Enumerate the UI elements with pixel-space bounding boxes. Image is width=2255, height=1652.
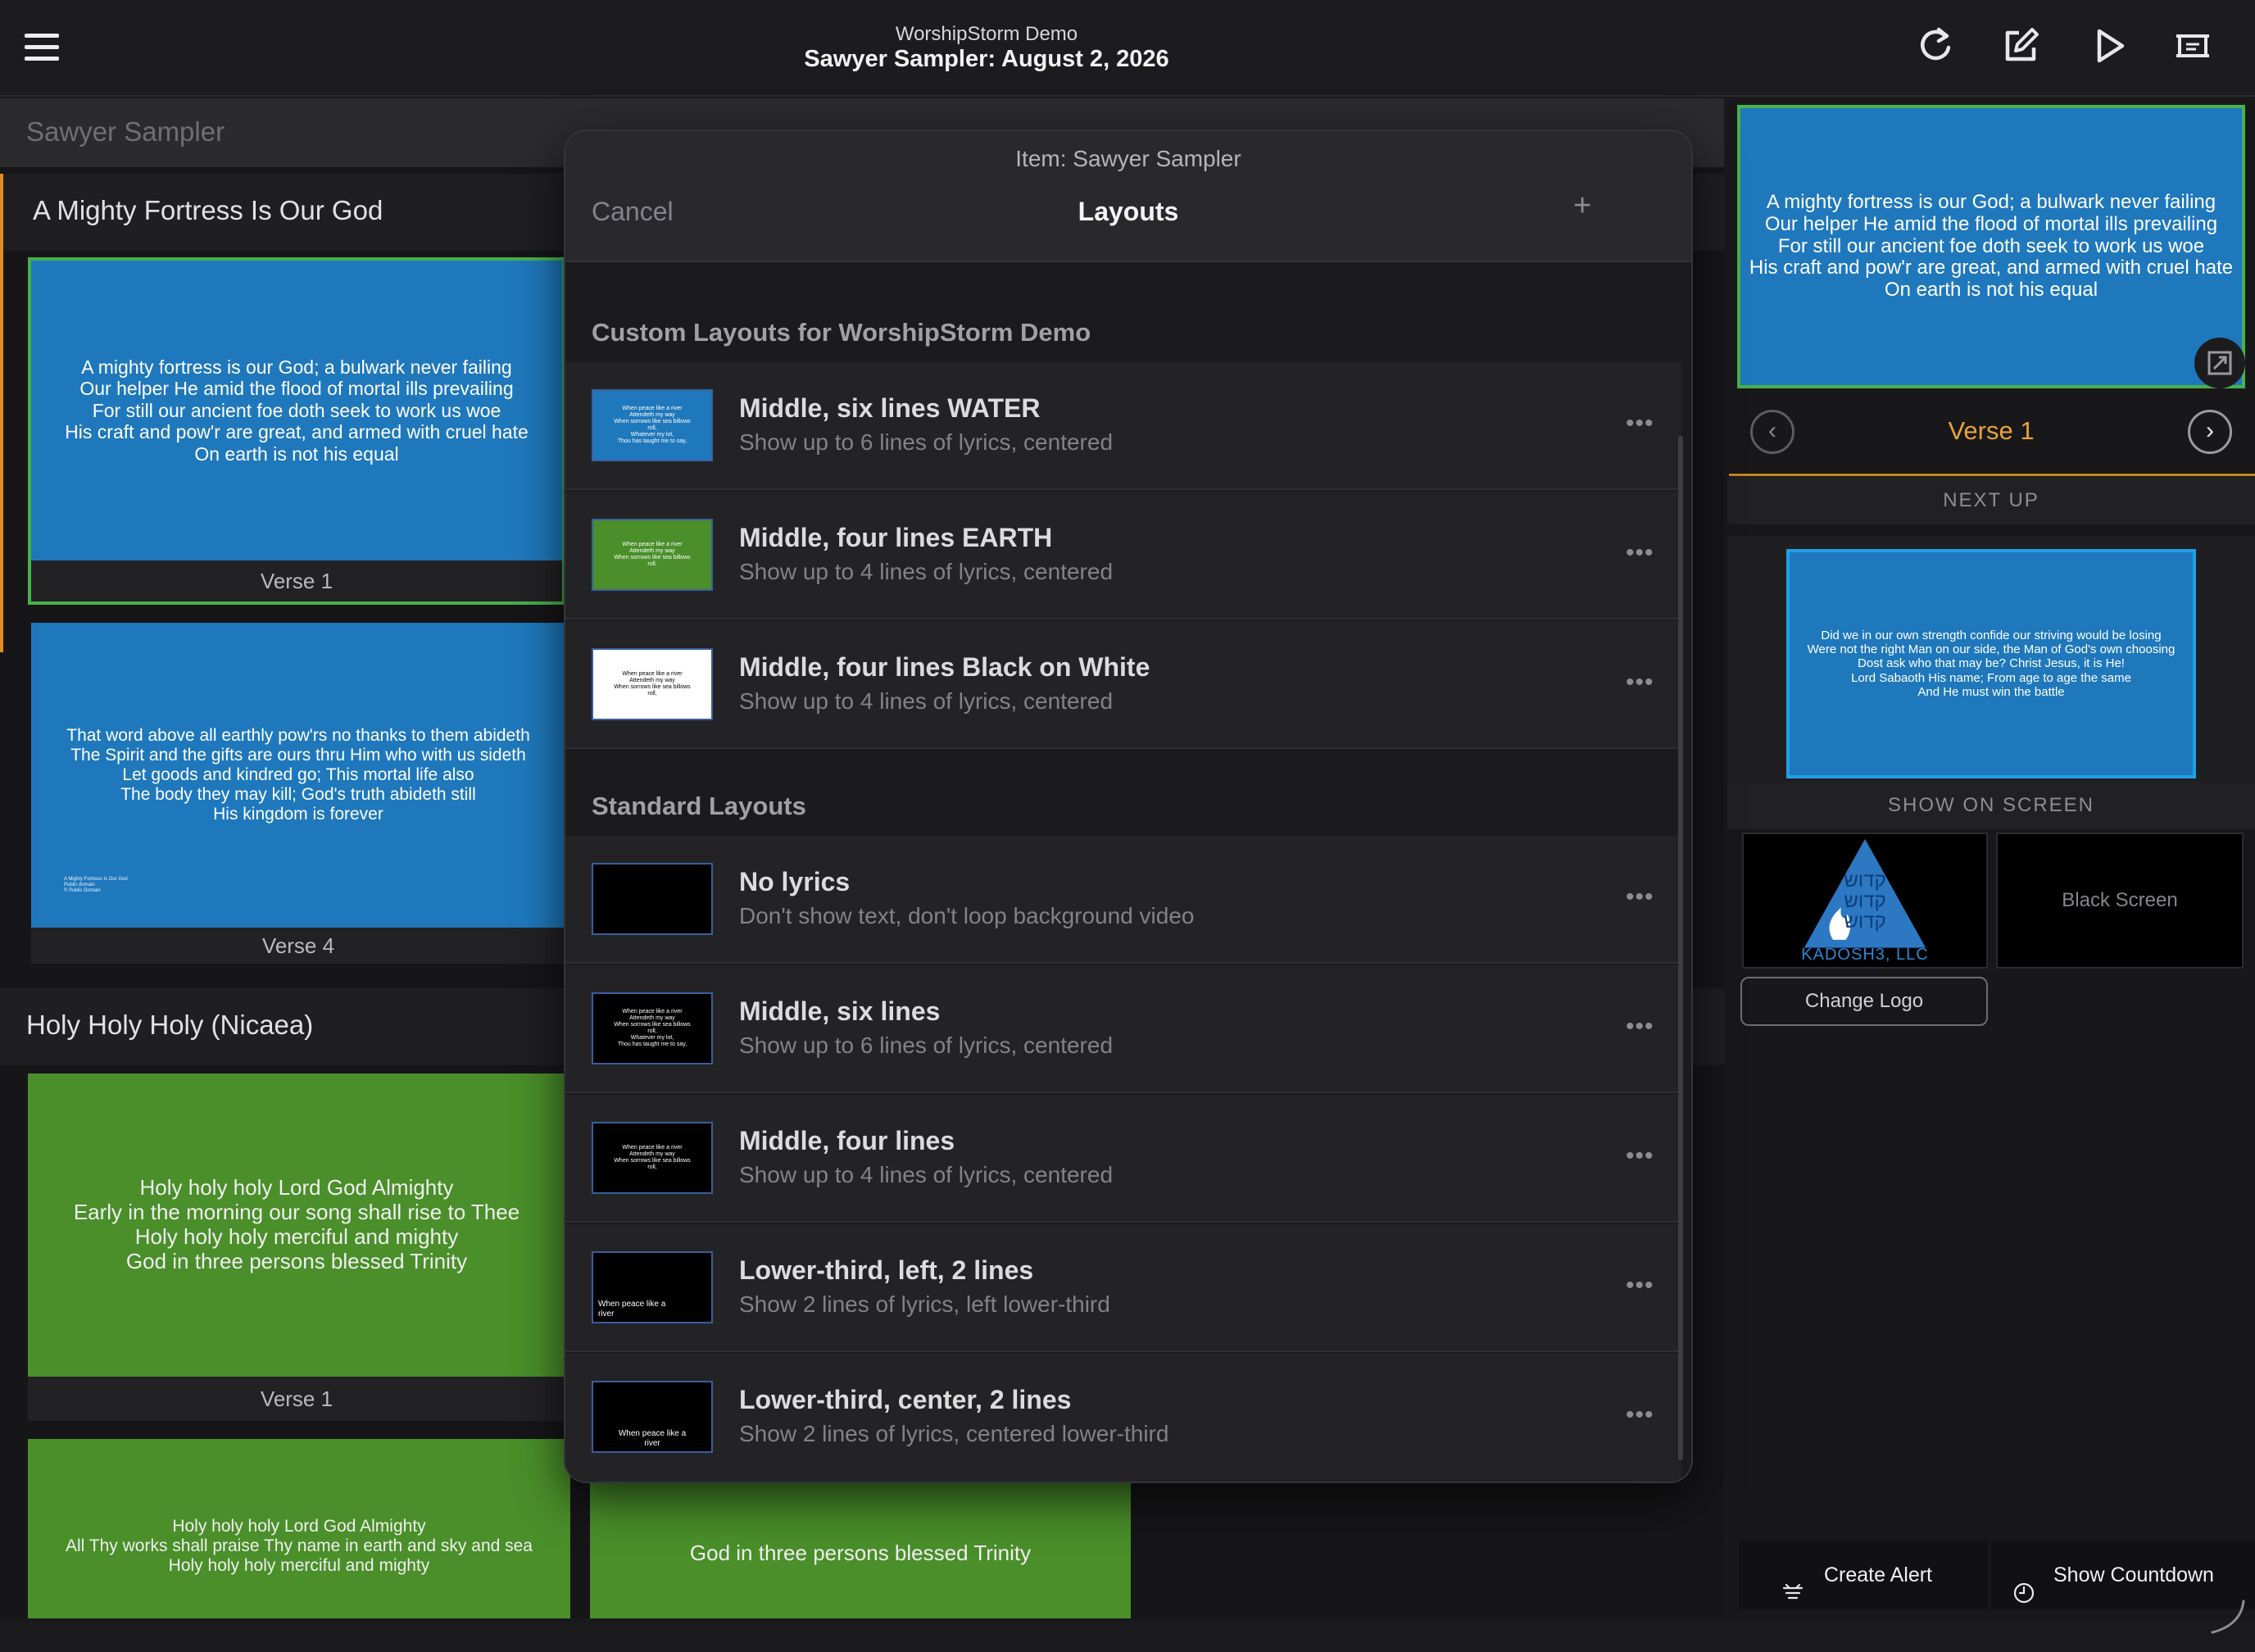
layout-row-middle-six[interactable]: When peace like a river Attendeth my way… — [565, 965, 1681, 1093]
layout-title: Middle, six lines WATER — [739, 393, 1041, 423]
create-alert-label: Create Alert — [1824, 1564, 1933, 1586]
live-slide-preview[interactable]: A mighty fortress is our God; a bulwark … — [1737, 105, 2245, 388]
screen-icon[interactable] — [2170, 23, 2216, 69]
create-alert-button[interactable]: Create Alert — [1739, 1541, 1988, 1609]
dialog-scrollbar[interactable] — [1678, 436, 1683, 1460]
layout-preview: When peace like a river — [592, 1251, 713, 1323]
layout-preview: When peace like a river — [592, 1381, 713, 1453]
layout-description: Show up to 4 lines of lyrics, centered — [739, 1162, 1114, 1187]
breadcrumb-label: Sawyer Sampler — [26, 116, 225, 147]
logo-thumbnail[interactable]: קדוש קדוש קדוש KADOSH3, LLC — [1742, 833, 1988, 969]
show-on-screen-heading: SHOW ON SCREEN — [1727, 782, 2255, 829]
section-title: Custom Layouts for WorshipStorm Demo — [592, 318, 1091, 347]
more-options-icon[interactable]: ••• — [1626, 883, 1654, 911]
more-options-icon[interactable]: ••• — [1626, 1272, 1654, 1300]
layout-row-middle-six-water[interactable]: When peace like a river Attendeth my way… — [565, 362, 1681, 490]
layout-title: No lyrics — [739, 867, 851, 896]
current-slide-label: Verse 1 — [1948, 416, 2035, 445]
layout-preview: When peace like a river Attendeth my way… — [592, 519, 713, 591]
layout-title: Lower-third, center, 2 lines — [739, 1385, 1072, 1414]
next-up-heading: NEXT UP — [1727, 477, 2255, 524]
top-header: WorshipStorm Demo Sawyer Sampler: August… — [0, 0, 2255, 97]
resize-corner-icon — [2211, 1600, 2245, 1634]
slide-thumbnail-verse-4[interactable]: That word above all earthly pow'rs no th… — [31, 623, 565, 964]
slide-label: Verse 1 — [28, 1377, 565, 1421]
next-up-slide[interactable]: Did we in our own strength confide our s… — [1786, 549, 2196, 778]
song-title: Holy Holy Holy (Nicaea) — [26, 1010, 314, 1040]
layout-description: Don't show text, don't loop background v… — [739, 903, 1195, 928]
dialog-subtitle: Item: Sawyer Sampler — [1015, 146, 1241, 171]
alert-icon — [1781, 1564, 1804, 1600]
layout-title: Middle, six lines — [739, 996, 941, 1026]
organization-name: WorshipStorm Demo — [895, 23, 1078, 45]
layout-preview: When peace like a river Attendeth my way… — [592, 389, 713, 461]
app-root: WorshipStorm Demo Sawyer Sampler: August… — [0, 0, 2255, 1652]
logo-company-name: KADOSH3, LLC — [1801, 946, 1929, 964]
layouts-dialog: Item: Sawyer Sampler Layouts Cancel + Cu… — [565, 131, 1691, 1482]
play-icon[interactable] — [2086, 23, 2132, 69]
accent-divider — [1729, 474, 2255, 476]
next-up-area: Did we in our own strength confide our s… — [1727, 536, 2255, 782]
more-options-icon[interactable]: ••• — [1626, 1401, 1654, 1429]
layout-description: Show up to 6 lines of lyrics, centered — [739, 429, 1114, 455]
layout-row-middle-four-earth[interactable]: When peace like a river Attendeth my way… — [565, 492, 1681, 620]
black-screen-button[interactable]: Black Screen — [1996, 833, 2244, 969]
layout-row-middle-four-black-on-white[interactable]: When peace like a river Attendeth my way… — [565, 621, 1681, 749]
refresh-icon[interactable] — [1912, 23, 1958, 69]
next-slide-button[interactable]: › — [2188, 410, 2232, 454]
slide-label: Verse 4 — [31, 928, 565, 964]
standard-layouts-section: Standard Layouts — [565, 751, 1691, 834]
song-title: A Mighty Fortress Is Our God — [33, 195, 383, 225]
slide-lyrics: God in three persons blessed Trinity — [689, 1541, 1032, 1566]
slide-footer: A Mighty Fortress Is Our God Public doma… — [64, 877, 128, 894]
change-logo-button[interactable]: Change Logo — [1740, 977, 1988, 1026]
layout-preview: When peace like a river Attendeth my way… — [592, 992, 713, 1064]
clock-icon — [2012, 1564, 2035, 1604]
layout-row-lower-third-left[interactable]: When peace like a river Lower-third, lef… — [565, 1224, 1681, 1352]
slide-thumbnail[interactable]: Holy holy holy Lord God Almighty All Thy… — [28, 1439, 570, 1618]
more-options-icon[interactable]: ••• — [1626, 669, 1654, 697]
layout-row-middle-four[interactable]: When peace like a river Attendeth my way… — [565, 1095, 1681, 1223]
layout-preview — [592, 863, 713, 935]
bottom-actions: Create Alert Show Countdown — [1739, 1541, 2255, 1609]
slide-thumbnail-verse-1[interactable]: A mighty fortress is our God; a bulwark … — [28, 257, 565, 605]
more-options-icon[interactable]: ••• — [1626, 539, 1654, 567]
slide-lyrics: Holy holy holy Lord God Almighty All Thy… — [65, 1516, 533, 1576]
service-title: Sawyer Sampler: August 2, 2026 — [804, 46, 1169, 72]
live-slide-lyrics: A mighty fortress is our God; a bulwark … — [1749, 190, 2234, 302]
edit-icon[interactable] — [1998, 23, 2044, 69]
live-panel: A mighty fortress is our God; a bulwark … — [1727, 98, 2255, 1634]
more-options-icon[interactable]: ••• — [1626, 1013, 1654, 1041]
layout-title: Middle, four lines EARTH — [739, 523, 1053, 552]
more-options-icon[interactable]: ••• — [1626, 1142, 1654, 1170]
layout-description: Show up to 6 lines of lyrics, centered — [739, 1032, 1114, 1058]
layout-description: Show 2 lines of lyrics, left lower-third — [739, 1291, 1110, 1317]
expand-icon[interactable] — [2194, 338, 2245, 388]
layout-title: Lower-third, left, 2 lines — [739, 1255, 1034, 1285]
layout-title: Middle, four lines — [739, 1126, 955, 1155]
slide-thumbnail-verse-1[interactable]: Holy holy holy Lord God Almighty Early i… — [28, 1073, 565, 1421]
layout-description: Show up to 4 lines of lyrics, centered — [739, 688, 1114, 714]
layout-preview: When peace like a river Attendeth my way… — [592, 1122, 713, 1194]
slide-lyrics: Holy holy holy Lord God Almighty Early i… — [73, 1175, 520, 1273]
layout-description: Show up to 4 lines of lyrics, centered — [739, 559, 1114, 584]
layout-preview: When peace like a river Attendeth my way… — [592, 648, 713, 720]
layout-title: Middle, four lines Black on White — [739, 652, 1150, 682]
add-layout-button[interactable]: + — [1573, 188, 1591, 224]
cancel-button[interactable]: Cancel — [592, 197, 674, 227]
logo-hebrew-text: קדוש קדוש קדוש — [1844, 869, 1886, 933]
slide-label: Verse 1 — [31, 560, 562, 601]
dialog-title: Layouts — [1078, 197, 1179, 226]
layout-row-no-lyrics[interactable]: No lyrics Don't show text, don't loop ba… — [565, 836, 1681, 964]
layouts-dialog-header: Item: Sawyer Sampler Layouts Cancel + — [565, 131, 1691, 262]
more-options-icon[interactable]: ••• — [1626, 410, 1654, 438]
layout-description: Show 2 lines of lyrics, centered lower-t… — [739, 1421, 1169, 1446]
layout-row-lower-third-center[interactable]: When peace like a river Lower-third, cen… — [565, 1354, 1681, 1482]
show-countdown-label: Show Countdown — [2053, 1564, 2214, 1586]
custom-layouts-section: Custom Layouts for WorshipStorm Demo — [565, 275, 1691, 359]
section-title: Standard Layouts — [592, 792, 806, 820]
slide-lyrics: A mighty fortress is our God; a bulwark … — [65, 356, 529, 465]
